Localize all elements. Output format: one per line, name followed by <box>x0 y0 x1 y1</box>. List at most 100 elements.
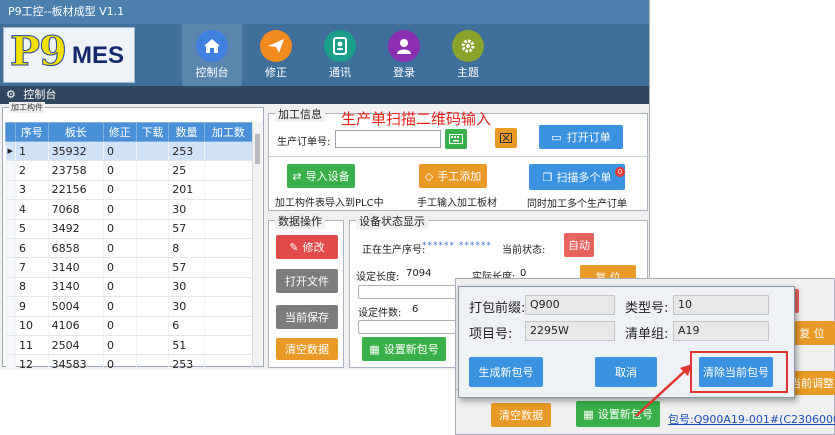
table-cell[interactable]: 35932 <box>48 141 104 162</box>
bg-adjust-button[interactable]: 当前调整 <box>789 371 835 395</box>
project-input[interactable]: 2295W <box>525 321 615 341</box>
table-cell[interactable] <box>136 199 170 220</box>
table-cell[interactable]: 3140 <box>48 277 104 298</box>
table-cell[interactable]: 1 <box>15 141 49 162</box>
table-cell[interactable]: 34583 <box>48 354 104 370</box>
table-cell[interactable] <box>204 219 254 239</box>
table-cell[interactable]: 22156 <box>48 180 104 201</box>
table-cell[interactable]: 253 <box>168 354 205 370</box>
prefix-input[interactable]: Q900 <box>525 295 615 315</box>
order-input[interactable] <box>335 130 441 148</box>
import-device-button[interactable]: ⇄ 导入设备 <box>287 164 355 188</box>
table-cell[interactable] <box>204 316 254 336</box>
table-cell[interactable]: 0 <box>103 141 137 162</box>
row-header[interactable] <box>5 335 16 356</box>
table-cell[interactable] <box>136 160 170 181</box>
column-header[interactable]: 下载 <box>135 122 170 142</box>
table-cell[interactable]: 51 <box>168 335 205 356</box>
table-cell[interactable]: 0 <box>103 180 137 201</box>
table-cell[interactable]: 2504 <box>48 335 104 356</box>
table-cell[interactable] <box>136 141 170 162</box>
table-cell[interactable]: 4 <box>15 199 49 220</box>
table-cell[interactable] <box>136 296 170 317</box>
table-cell[interactable]: 9 <box>15 296 49 317</box>
table-cell[interactable] <box>204 277 254 298</box>
table-row[interactable]: ▶ 1 35932 0 253 <box>5 141 254 162</box>
table-row[interactable]: 6 6858 0 8 <box>5 238 254 259</box>
table-row[interactable]: 7 3140 0 57 <box>5 257 254 278</box>
table-row[interactable]: 3 22156 0 201 <box>5 180 254 201</box>
row-header[interactable] <box>5 257 16 278</box>
table-cell[interactable]: 0 <box>103 238 137 259</box>
nav-console[interactable]: 控制台 <box>182 24 242 86</box>
table-cell[interactable]: 5 <box>15 219 49 239</box>
row-header[interactable] <box>5 180 16 201</box>
table-row[interactable]: 11 2504 0 51 <box>5 335 254 356</box>
row-header[interactable] <box>5 219 16 239</box>
table-row[interactable]: 9 5004 0 30 <box>5 296 254 317</box>
table-cell[interactable]: 7068 <box>48 199 104 220</box>
grid-scrollbar[interactable] <box>252 122 262 366</box>
table-cell[interactable] <box>204 199 254 220</box>
keyboard-button[interactable] <box>445 129 467 149</box>
save-current-button[interactable]: 当前保存 <box>276 305 338 329</box>
table-cell[interactable]: 30 <box>168 199 205 220</box>
table-cell[interactable]: 0 <box>103 335 137 356</box>
table-cell[interactable] <box>204 354 254 370</box>
bg-clear-data-button[interactable]: 清空数据 <box>491 403 551 427</box>
nav-login[interactable]: 登录 <box>374 24 434 86</box>
table-cell[interactable] <box>204 180 254 201</box>
generate-package-button[interactable]: 生成新包号 <box>469 357 543 387</box>
table-cell[interactable] <box>136 180 170 201</box>
nav-theme[interactable]: 主题 <box>438 24 498 86</box>
table-cell[interactable]: 5004 <box>48 296 104 317</box>
table-cell[interactable]: 6 <box>168 316 205 336</box>
table-cell[interactable]: 12 <box>15 354 49 370</box>
clear-data-button[interactable]: 清空数据 <box>276 338 338 360</box>
open-file-button[interactable]: 打开文件 <box>276 269 338 293</box>
table-cell[interactable]: 30 <box>168 277 205 298</box>
table-cell[interactable] <box>136 219 170 239</box>
column-header[interactable]: 加工数 <box>203 122 254 142</box>
row-header[interactable] <box>5 199 16 220</box>
table-cell[interactable] <box>136 354 170 370</box>
table-row[interactable]: 4 7068 0 30 <box>5 199 254 220</box>
type-input[interactable]: 10 <box>673 295 769 315</box>
nav-fix[interactable]: 修正 <box>246 24 306 86</box>
table-cell[interactable] <box>136 238 170 259</box>
table-cell[interactable] <box>136 257 170 278</box>
table-cell[interactable]: 7 <box>15 257 49 278</box>
table-cell[interactable]: 3 <box>15 180 49 201</box>
table-cell[interactable]: 3140 <box>48 257 104 278</box>
table-row[interactable]: 2 23758 0 25 <box>5 160 254 181</box>
row-header[interactable] <box>5 316 16 336</box>
table-cell[interactable]: 0 <box>103 316 137 336</box>
modify-button[interactable]: ✎ 修改 <box>276 235 338 259</box>
table-cell[interactable] <box>136 335 170 356</box>
table-cell[interactable]: 6858 <box>48 238 104 259</box>
table-cell[interactable] <box>204 257 254 278</box>
column-header[interactable]: 板长 <box>47 122 104 142</box>
row-header[interactable] <box>5 277 16 298</box>
table-cell[interactable] <box>204 160 254 181</box>
table-row[interactable]: 5 3492 0 57 <box>5 219 254 239</box>
table-cell[interactable]: 253 <box>168 141 205 162</box>
table-row[interactable]: 10 4106 0 6 <box>5 316 254 336</box>
row-header[interactable]: ▶ <box>5 141 16 162</box>
nav-comm[interactable]: 通讯 <box>310 24 370 86</box>
table-cell[interactable]: 201 <box>168 180 205 201</box>
column-header[interactable]: 修正 <box>102 122 137 142</box>
open-order-button[interactable]: ▭ 打开订单 <box>539 125 623 149</box>
table-cell[interactable]: 0 <box>103 257 137 278</box>
table-cell[interactable]: 0 <box>103 199 137 220</box>
column-header[interactable]: 序号 <box>15 122 49 142</box>
table-cell[interactable]: 0 <box>103 219 137 239</box>
table-cell[interactable]: 2 <box>15 160 49 181</box>
table-cell[interactable]: 0 <box>103 296 137 317</box>
table-cell[interactable] <box>204 238 254 259</box>
table-cell[interactable] <box>204 141 254 162</box>
table-row[interactable]: 8 3140 0 30 <box>5 277 254 298</box>
manual-add-button[interactable]: ◇ 手工添加 <box>419 164 487 188</box>
scroll-thumb[interactable] <box>255 134 260 164</box>
table-cell[interactable]: 30 <box>168 296 205 317</box>
